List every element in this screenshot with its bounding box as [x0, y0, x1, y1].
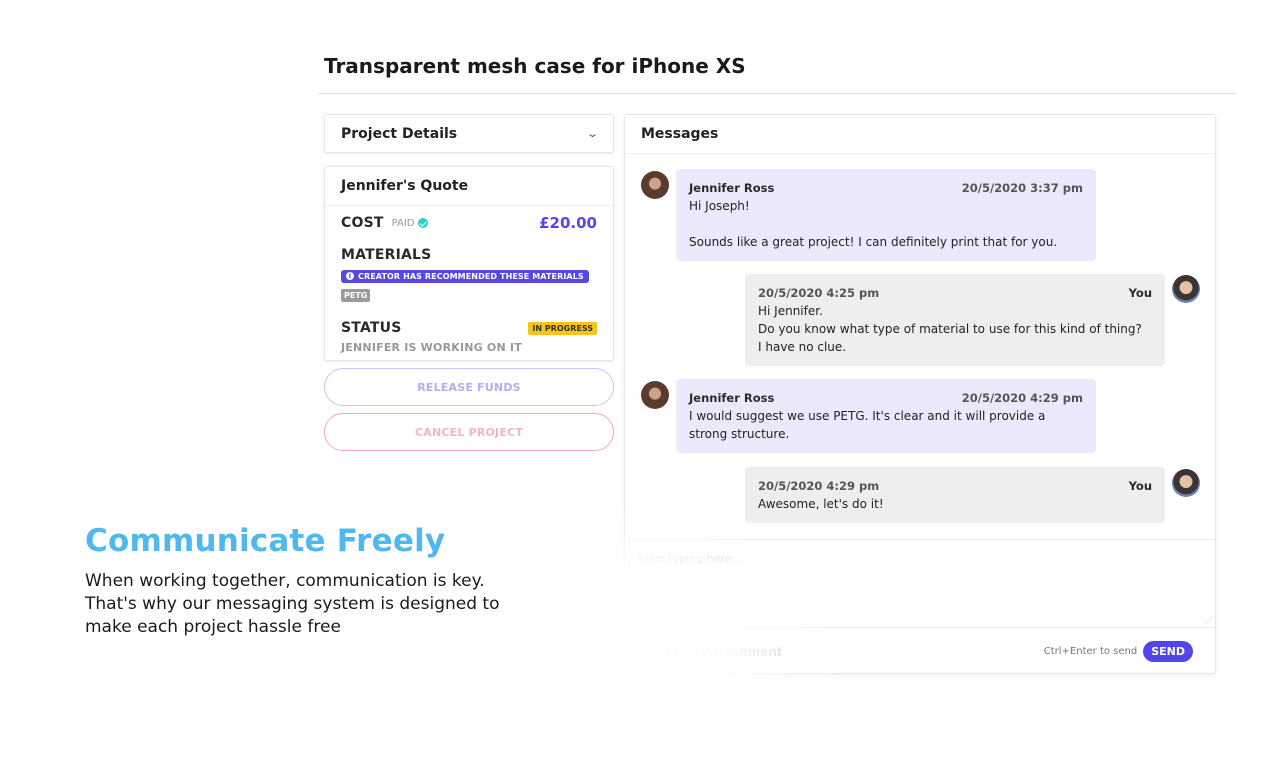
title-divider [318, 93, 1236, 94]
message-time: 20/5/2020 3:37 pm [961, 181, 1083, 195]
message-text: Awesome, let's do it! [758, 497, 884, 511]
message-author: Jennifer Ross [689, 391, 775, 405]
marketing-title: Communicate Freely [85, 523, 446, 559]
project-details-label: Project Details [341, 125, 458, 142]
message-time: 20/5/2020 4:25 pm [758, 286, 880, 300]
message-bubble: Jennifer Ross 20/5/2020 3:37 pm Hi Joseph… [676, 169, 1096, 261]
messages-title: Messages [625, 115, 1215, 154]
status-row: STATUS IN PROGRESS [341, 320, 597, 336]
page-title: Transparent mesh case for iPhone XS [324, 54, 746, 78]
material-tag: PETG [341, 288, 371, 302]
send-hint: Ctrl+Enter to send [1043, 646, 1138, 657]
message-text: Hi Jennifer. Do you know what type of ma… [758, 304, 1142, 354]
avatar [1172, 469, 1200, 497]
message-time: 20/5/2020 4:29 pm [758, 479, 880, 493]
materials-section: MATERIALS i CREATOR HAS RECOMMENDED THES… [341, 247, 601, 302]
message-text: Hi Joseph! Sounds like a great project! … [689, 199, 1058, 249]
recommended-badge-text: CREATOR HAS RECOMMENDED THESE MATERIALS [358, 271, 584, 281]
info-icon: i [346, 272, 354, 280]
message-author: Jennifer Ross [689, 181, 775, 195]
price-value: £20.00 [539, 214, 597, 232]
recommended-badge: i CREATOR HAS RECOMMENDED THESE MATERIAL… [341, 269, 589, 283]
paid-label: PAID [391, 217, 415, 229]
chevron-down-icon[interactable]: ⌄ [586, 127, 599, 140]
avatar [641, 381, 669, 409]
resize-grip-icon[interactable]: ⋰ [1204, 616, 1212, 625]
cost-row: COST PAID £20.00 [341, 214, 597, 232]
release-funds-button[interactable]: RELEASE FUNDS [324, 368, 614, 406]
send-attachment-button[interactable]: Send Attachment [665, 645, 783, 659]
message-time: 20/5/2020 4:29 pm [961, 391, 1083, 405]
status-text: JENNIFER IS WORKING ON IT [341, 341, 522, 354]
composer-footer: Send Attachment Ctrl+Enter to send SEND [625, 629, 1215, 674]
message-text: I would suggest we use PETG. It's clear … [689, 409, 1046, 441]
avatar [1172, 275, 1200, 303]
message-bubble: 20/5/2020 4:25 pm You Hi Jennifer. Do you… [745, 274, 1165, 366]
send-button[interactable]: SEND [1143, 641, 1193, 662]
message-author: You [1128, 479, 1152, 493]
status-badge: IN PROGRESS [528, 321, 597, 335]
cost-label: COST [341, 215, 384, 231]
avatar [641, 171, 669, 199]
message-author: You [1128, 286, 1152, 300]
check-circle-icon [417, 218, 428, 228]
message-input-placeholder: Start typing here... [638, 552, 742, 565]
materials-label: MATERIALS [341, 247, 432, 263]
quote-card: Jennifer's Quote COST PAID £20.00 MATERI… [324, 166, 614, 361]
message-bubble: 20/5/2020 4:29 pm You Awesome, let's do i… [745, 467, 1165, 523]
project-details-toggle[interactable]: Project Details ⌄ [324, 114, 614, 153]
marketing-body: When working together, communication is … [85, 571, 500, 637]
cancel-project-button[interactable]: CANCEL PROJECT [324, 413, 614, 451]
messages-panel: Messages Jennifer Ross 20/5/2020 3:37 pm … [624, 114, 1216, 674]
message-bubble: Jennifer Ross 20/5/2020 4:29 pm I would s… [676, 379, 1096, 453]
message-input[interactable]: Start typing here... ⋰ [625, 539, 1215, 628]
status-label: STATUS [341, 320, 402, 336]
quote-title: Jennifer's Quote [325, 167, 613, 206]
